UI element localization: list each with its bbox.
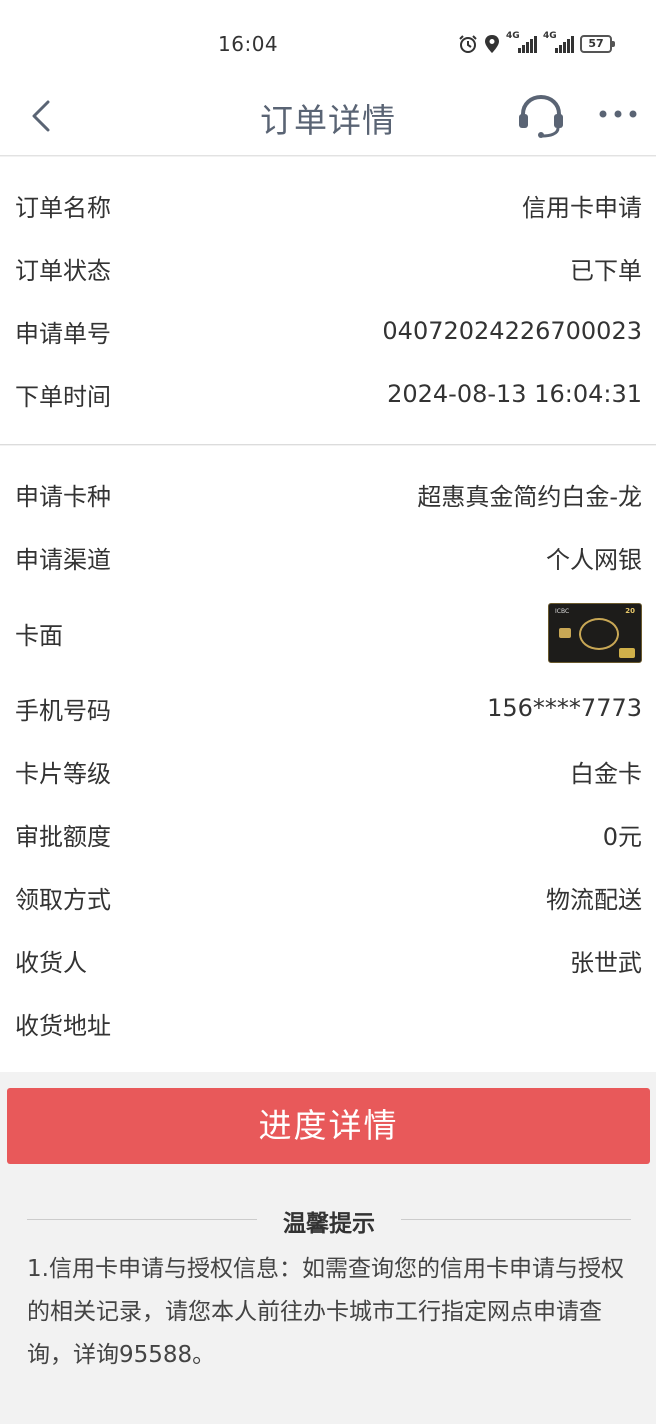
card-level-row: 卡片等级 白金卡 xyxy=(0,751,656,791)
row-label: 订单状态 xyxy=(15,256,111,285)
status-icons: 4G 4G 57 xyxy=(458,31,615,56)
delivery-method-row: 领取方式 物流配送 xyxy=(0,877,656,917)
status-bar: 16:04 4G 4G 57 xyxy=(0,0,656,86)
card-bank-text: ICBC xyxy=(555,608,570,615)
alarm-icon xyxy=(459,35,477,53)
order-info-section: 订单名称 信用卡申请 订单状态 已下单 申请单号 040720242267000… xyxy=(0,157,656,445)
order-name-row: 订单名称 信用卡申请 xyxy=(0,185,656,225)
order-time-row: 下单时间 2024-08-13 16:04:31 xyxy=(0,374,656,414)
phone-row: 手机号码 156****7773 xyxy=(0,688,656,728)
card-type-row: 申请卡种 超惠真金简约白金-龙 xyxy=(0,474,656,514)
row-value: 0元 xyxy=(602,822,642,851)
row-label: 卡面 xyxy=(15,621,63,650)
order-status-row: 订单状态 已下单 xyxy=(0,248,656,288)
row-label: 领取方式 xyxy=(15,885,111,914)
row-label: 收货人 xyxy=(15,948,87,977)
divider xyxy=(401,1219,631,1220)
location-icon xyxy=(485,35,499,53)
row-value: 个人网银 xyxy=(546,545,642,574)
row-label: 审批额度 xyxy=(15,822,111,851)
row-value: 物流配送 xyxy=(546,885,642,914)
tips-title: 温馨提示 xyxy=(283,1211,375,1237)
dragon-emblem-icon xyxy=(579,618,619,650)
progress-detail-button[interactable]: 进度详情 xyxy=(7,1088,650,1164)
recipient-row: 收货人 张世武 xyxy=(0,940,656,980)
row-label: 订单名称 xyxy=(15,193,111,222)
address-row: 收货地址 xyxy=(0,1003,656,1043)
row-value: 信用卡申请 xyxy=(522,193,642,222)
card-network-logo-icon xyxy=(619,648,635,658)
row-value: 已下单 xyxy=(570,256,642,285)
credit-limit-row: 审批额度 0元 xyxy=(0,814,656,854)
tips-header: 温馨提示 xyxy=(27,1200,631,1240)
customer-service-icon[interactable] xyxy=(516,94,566,138)
row-label: 卡片等级 xyxy=(15,759,111,788)
network-type-1: 4G xyxy=(506,31,520,41)
row-label: 收货地址 xyxy=(15,1011,111,1040)
order-detail-page: 16:04 4G 4G 57 订单详情 订单名称 信用卡申请 订单状态 已下单 … xyxy=(0,0,656,1424)
row-value: 156****7773 xyxy=(487,694,642,722)
status-time: 16:04 xyxy=(218,32,279,56)
network-type-2: 4G xyxy=(543,31,557,41)
tips-text: 1.信用卡申请与授权信息：如需查询您的信用卡申请与授权的相关记录，请您本人前往办… xyxy=(27,1256,624,1368)
card-info-section: 申请卡种 超惠真金简约白金-龙 申请渠道 个人网银 卡面 ICBC 20 手机号… xyxy=(0,446,656,1072)
row-value: 超惠真金简约白金-龙 xyxy=(417,482,642,511)
card-number-text: 20 xyxy=(625,607,635,615)
row-label: 手机号码 xyxy=(15,696,111,725)
nav-bar: 订单详情 xyxy=(0,86,656,156)
row-label: 申请卡种 xyxy=(15,482,111,511)
signal-icon-1: 4G xyxy=(506,31,537,53)
signal-icon-2: 4G xyxy=(543,31,574,53)
more-icon[interactable] xyxy=(596,102,640,126)
card-face-image[interactable]: ICBC 20 xyxy=(548,603,642,663)
row-value: 白金卡 xyxy=(570,759,642,788)
card-face-row: 卡面 ICBC 20 xyxy=(0,603,656,663)
row-value: 04072024226700023 xyxy=(382,317,642,345)
channel-row: 申请渠道 个人网银 xyxy=(0,537,656,577)
row-label: 下单时间 xyxy=(15,382,111,411)
application-number-row: 申请单号 04072024226700023 xyxy=(0,311,656,351)
row-label: 申请渠道 xyxy=(15,545,111,574)
battery-icon: 57 xyxy=(580,35,615,53)
row-value: 张世武 xyxy=(570,948,642,977)
row-value: 2024-08-13 16:04:31 xyxy=(387,380,642,408)
row-label: 申请单号 xyxy=(15,319,111,348)
card-chip-icon xyxy=(559,628,571,638)
